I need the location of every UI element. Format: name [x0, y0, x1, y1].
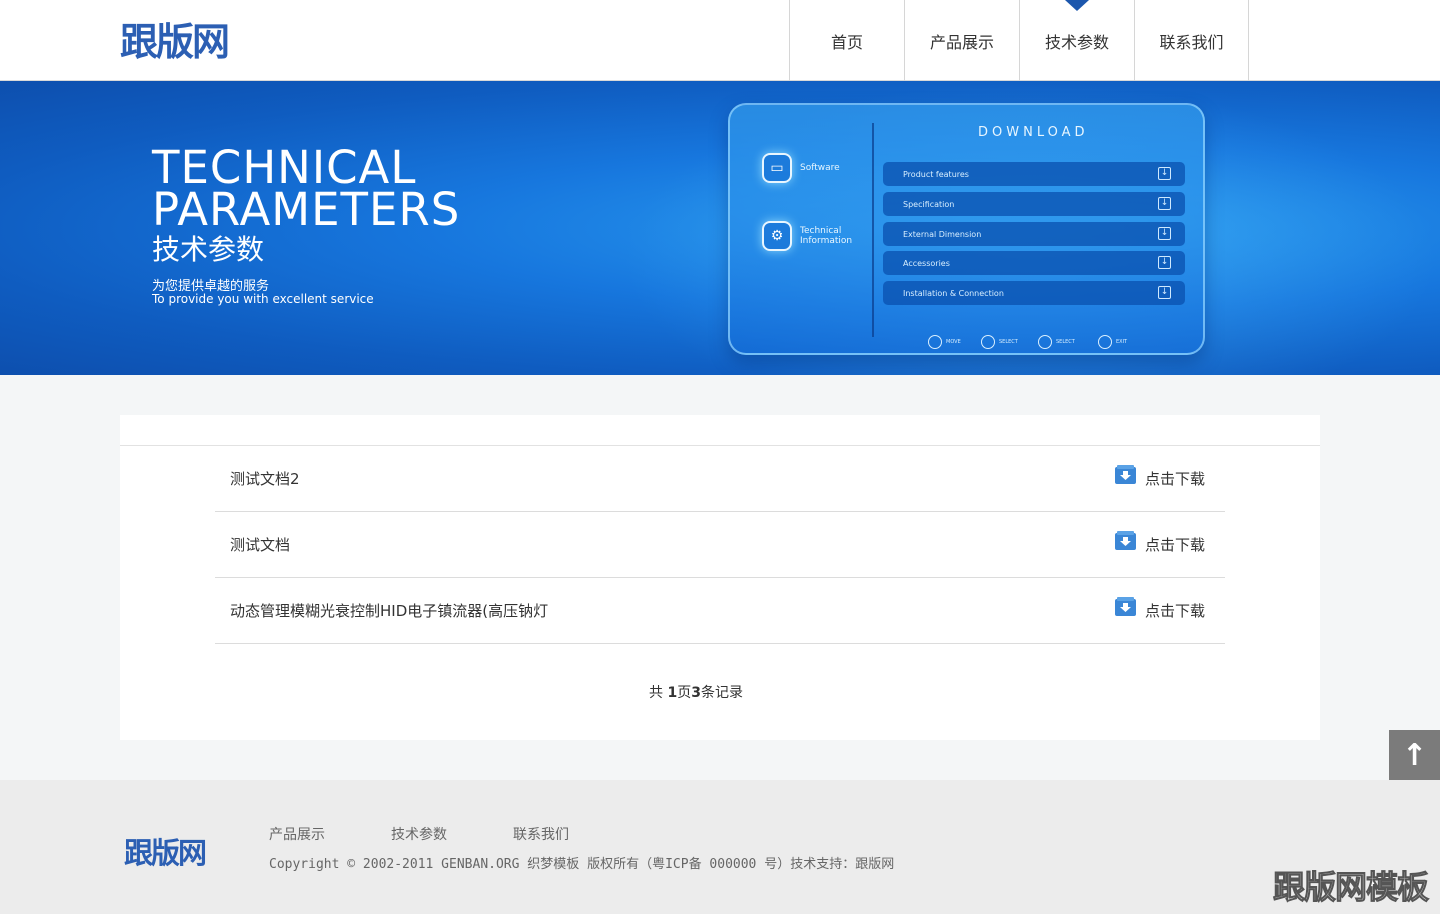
banner-title-line2: PARAMETERS: [152, 183, 461, 236]
list-item: 测试文档 点击下载: [215, 512, 1225, 578]
banner-title: TECHNICAL PARAMETERS: [152, 145, 461, 236]
watermark: 跟版网模板: [1272, 868, 1429, 907]
hero-banner: TECHNICAL PARAMETERS 技术参数 为您提供卓越的服务 To p…: [0, 81, 1440, 375]
download-arrow-icon: ↓: [1158, 286, 1171, 299]
panel-row-label: External Dimension: [903, 229, 982, 239]
banner-title-cn: 技术参数: [152, 233, 265, 266]
folder-icon: ▭: [762, 153, 792, 183]
panel-side-technical: ⚙ Technical Information: [762, 221, 860, 251]
download-button[interactable]: 点击下载: [1114, 596, 1205, 620]
back-to-top-button[interactable]: ↑: [1389, 730, 1440, 781]
download-button[interactable]: 点击下载: [1114, 464, 1205, 488]
document-list-container: 测试文档2 点击下载 测试文档 点击下载 动态管理模糊光衰控制HID电子镇流器(…: [120, 415, 1320, 740]
document-title[interactable]: 测试文档: [230, 534, 290, 555]
pagination-info: 共 1页3条记录: [120, 682, 1272, 702]
nav-item-home[interactable]: 首页: [789, 0, 904, 81]
footer-link-tech-params[interactable]: 技术参数: [391, 824, 447, 844]
download-icon: [1114, 531, 1136, 550]
download-label: 点击下载: [1144, 470, 1205, 488]
gear-icon: ⚙: [762, 221, 792, 251]
panel-row: Installation & Connection ↓: [883, 281, 1185, 305]
download-icon: [1114, 597, 1136, 616]
panel-heading: DOWNLOAD: [978, 125, 1089, 140]
panel-control-label: SELECT: [1056, 339, 1075, 345]
nav-item-tech-params[interactable]: 技术参数: [1019, 0, 1134, 81]
footer-nav: 产品展示 技术参数 联系我们: [269, 824, 635, 844]
download-icon: [1114, 465, 1136, 484]
panel-control: SELECT: [981, 335, 1018, 349]
control-dot-icon: [1098, 335, 1112, 349]
site-logo[interactable]: 跟版网: [120, 20, 230, 64]
panel-row-label: Specification: [903, 199, 955, 209]
pager-suffix: 条记录: [700, 685, 743, 701]
site-header: 跟版网 首页 产品展示 技术参数 联系我们: [0, 0, 1440, 81]
panel-control-label: EXIT: [1116, 339, 1128, 345]
footer-link-contact[interactable]: 联系我们: [513, 824, 569, 844]
download-panel-illustration: DOWNLOAD ▭ Software ⚙ Technical Informat…: [728, 103, 1205, 355]
nav-item-contact[interactable]: 联系我们: [1134, 0, 1249, 81]
main-nav: 首页 产品展示 技术参数 联系我们: [789, 0, 1249, 81]
panel-row-label: Accessories: [903, 258, 950, 268]
panel-row-label: Installation & Connection: [903, 288, 1004, 298]
pager-prefix: 共: [649, 685, 668, 701]
list-item: 动态管理模糊光衰控制HID电子镇流器(高压钠灯 点击下载: [215, 578, 1225, 644]
footer-logo[interactable]: 跟版网: [124, 830, 207, 872]
download-arrow-icon: ↓: [1158, 256, 1171, 269]
download-arrow-icon: ↓: [1158, 227, 1171, 240]
panel-side-label: Technical Information: [800, 226, 853, 246]
panel-row-label: Product features: [903, 169, 969, 179]
download-arrow-icon: ↓: [1158, 167, 1171, 180]
document-title[interactable]: 测试文档2: [230, 468, 300, 489]
control-dot-icon: [981, 335, 995, 349]
pager-pages: 1: [667, 685, 678, 701]
download-button[interactable]: 点击下载: [1114, 530, 1205, 554]
pager-mid: 页: [677, 685, 692, 701]
document-title[interactable]: 动态管理模糊光衰控制HID电子镇流器(高压钠灯: [230, 600, 548, 621]
panel-row: Specification ↓: [883, 192, 1185, 216]
panel-row: Accessories ↓: [883, 251, 1185, 275]
document-list: 测试文档2 点击下载 测试文档 点击下载 动态管理模糊光衰控制HID电子镇流器(…: [215, 446, 1225, 644]
copyright-text: Copyright © 2002-2011 GENBAN.ORG 织梦模板 版权…: [269, 857, 895, 872]
panel-control-label: SELECT: [999, 339, 1018, 345]
list-item: 测试文档2 点击下载: [215, 446, 1225, 512]
panel-control-label: MOVE: [946, 339, 961, 345]
site-footer: 跟版网 产品展示 技术参数 联系我们 Copyright © 2002-2011…: [0, 780, 1440, 914]
pager-count: 3: [691, 685, 701, 701]
download-label: 点击下载: [1144, 536, 1205, 554]
arrow-up-icon: ↑: [1401, 738, 1428, 773]
control-dot-icon: [1038, 335, 1052, 349]
footer-link-products[interactable]: 产品展示: [269, 824, 325, 844]
banner-subtitle-en: To provide you with excellent service: [152, 292, 374, 306]
download-label: 点击下载: [1144, 602, 1205, 620]
panel-side-software: ▭ Software: [762, 153, 840, 183]
nav-item-products[interactable]: 产品展示: [904, 0, 1019, 81]
panel-divider: [872, 123, 874, 337]
panel-side-label: Software: [800, 163, 840, 173]
panel-control: SELECT: [1038, 335, 1075, 349]
panel-control: MOVE: [928, 335, 961, 349]
panel-row: Product features ↓: [883, 162, 1185, 186]
panel-row: External Dimension ↓: [883, 222, 1185, 246]
control-dot-icon: [928, 335, 942, 349]
download-arrow-icon: ↓: [1158, 197, 1171, 210]
panel-control: EXIT: [1098, 335, 1127, 349]
